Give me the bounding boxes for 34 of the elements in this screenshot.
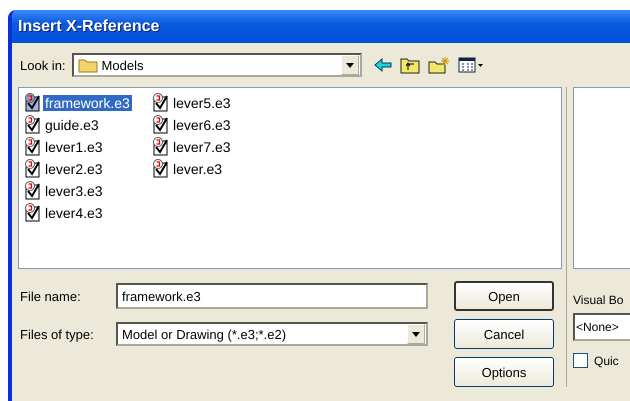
caret-icon [412,332,420,336]
dropdown-button[interactable] [407,324,425,344]
file-item[interactable]: lever4.e3 [43,205,105,221]
file-item[interactable]: lever7.e3 [171,139,233,155]
look-in-value: Models [102,58,144,72]
window-title: Insert X-Reference [18,18,160,36]
cancel-button[interactable]: Cancel [454,319,554,349]
folder-icon [78,57,98,73]
files-of-type-dropdown[interactable]: Model or Drawing (*.e3;*.e2) [116,322,428,346]
file-item[interactable]: lever5.e3 [171,95,233,111]
file-item[interactable]: lever3.e3 [43,183,105,199]
look-in-label: Look in: [20,58,66,72]
file-name-label: File name: [20,288,82,304]
view-menu-icon[interactable] [458,57,484,73]
open-button[interactable]: Open [454,281,554,311]
caret-icon [346,62,354,68]
file-item[interactable]: lever1.e3 [43,139,105,155]
back-arrow-icon[interactable] [374,58,392,72]
file-item[interactable]: framework.e3 [43,95,132,111]
look-in-dropdown[interactable]: Models [72,53,362,77]
files-of-type-label: Files of type: [20,326,95,342]
dropdown-button[interactable] [340,55,359,75]
file-item[interactable]: lever.e3 [171,161,224,177]
file-item[interactable]: guide.e3 [43,117,101,133]
quick-label: Quic [594,354,619,368]
new-folder-icon[interactable] [428,56,450,74]
file-name-field[interactable]: framework.e3 [116,283,428,309]
quick-checkbox[interactable] [573,353,588,368]
file-item[interactable]: lever6.e3 [171,117,233,133]
file-item[interactable]: lever2.e3 [43,161,105,177]
visual-dropdown[interactable]: <None> [573,313,630,341]
visual-label: Visual Bo [573,293,624,307]
folder-up-icon[interactable] [400,56,420,74]
options-button[interactable]: Options [454,357,554,387]
